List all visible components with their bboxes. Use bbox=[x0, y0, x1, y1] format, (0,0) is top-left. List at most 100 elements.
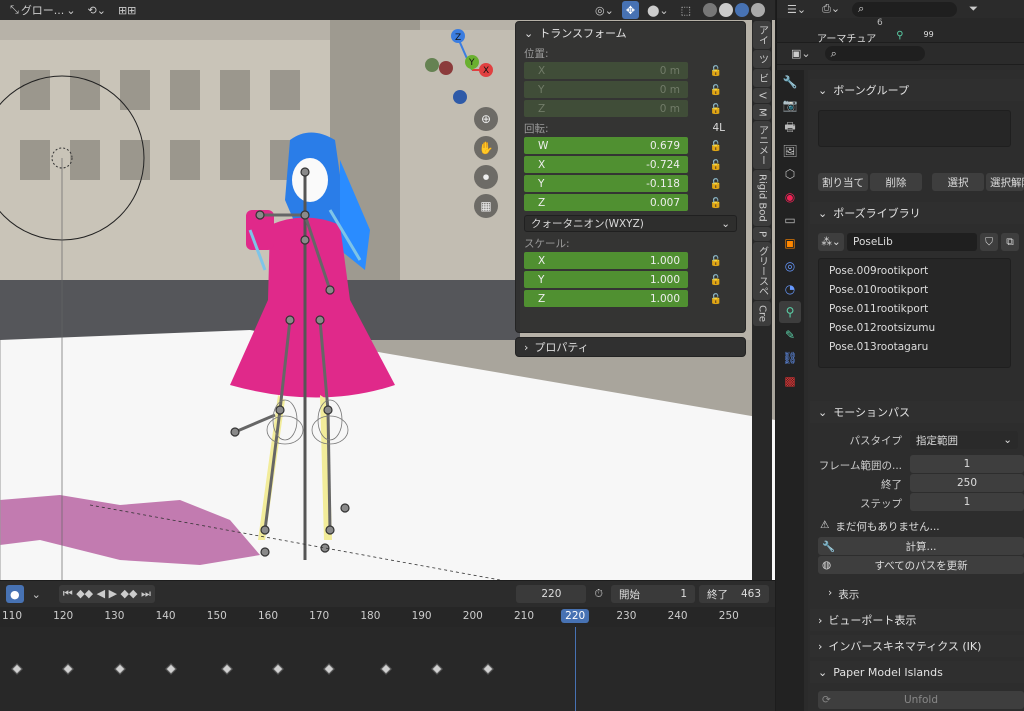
keyframe[interactable] bbox=[431, 663, 443, 675]
funnel-icon[interactable]: ⏷ bbox=[965, 0, 982, 18]
physics-tab-icon[interactable]: ◔ bbox=[779, 278, 801, 300]
assign-button[interactable]: 割り当て bbox=[818, 173, 868, 191]
output-tab-icon[interactable]: 🖶 bbox=[779, 117, 801, 139]
keyframe[interactable] bbox=[11, 663, 23, 675]
start-frame-field[interactable]: 開始 1 bbox=[611, 585, 695, 603]
sidebar-tab[interactable]: ツ bbox=[753, 50, 771, 68]
scale-z-field[interactable]: Z 1.000 bbox=[524, 290, 688, 307]
shield-icon[interactable]: ⛉ bbox=[980, 233, 998, 251]
armature-tab-icon[interactable]: ⚲ bbox=[779, 301, 801, 323]
rotation-mode-select[interactable]: クォータニオン(WXYZ) ⌄ bbox=[524, 215, 737, 232]
paper-model-header[interactable]: ⌄ Paper Model Islands bbox=[810, 661, 1024, 683]
keyframe[interactable] bbox=[380, 663, 392, 675]
orientation-dropdown[interactable]: ⤡ グロー... ⌄ bbox=[6, 1, 80, 19]
bone-constraint-tab-icon[interactable]: ⛓ bbox=[779, 347, 801, 369]
frame-range-start-field[interactable]: 1 bbox=[910, 455, 1024, 473]
bone-tab-icon[interactable]: ✎ bbox=[779, 324, 801, 346]
keyframe[interactable] bbox=[165, 663, 177, 675]
select-button[interactable]: 選択 bbox=[932, 173, 984, 191]
lock-icon[interactable]: 🔓 bbox=[704, 293, 728, 307]
frame-end-field[interactable]: 250 bbox=[910, 474, 1024, 492]
keying-dropdown[interactable]: ⌄ bbox=[28, 585, 45, 603]
path-type-select[interactable]: 指定範囲 ⌄ bbox=[910, 431, 1018, 449]
pose-lib-name-field[interactable]: PoseLib bbox=[847, 233, 977, 251]
location-z-field[interactable]: Z 0 m bbox=[524, 100, 688, 117]
lock-icon[interactable]: 🔓 bbox=[704, 84, 728, 98]
lock-icon[interactable]: 🔓 bbox=[704, 255, 728, 269]
lock-icon[interactable]: 🔓 bbox=[704, 197, 728, 211]
step-field[interactable]: 1 bbox=[910, 493, 1024, 511]
playback-controls[interactable]: ⏮ ◆◆ ◀ ▶ ◆◆ ⏭ bbox=[58, 585, 155, 603]
sidebar-tab[interactable]: グリースペ bbox=[753, 242, 771, 301]
location-x-field[interactable]: X 0 m bbox=[524, 62, 688, 79]
outliner-search-input[interactable]: ⌕ bbox=[852, 1, 958, 17]
collection-tab-icon[interactable]: ▭ bbox=[779, 209, 801, 231]
keyframe[interactable] bbox=[221, 663, 233, 675]
lock-icon[interactable]: 🔓 bbox=[704, 159, 728, 173]
timeline-area[interactable] bbox=[0, 627, 775, 711]
hand-icon[interactable]: ✋ bbox=[474, 136, 498, 160]
rotation-y-field[interactable]: Y -0.118 bbox=[524, 175, 688, 192]
end-frame-field[interactable]: 終了 463 bbox=[699, 585, 769, 603]
pose-list-item[interactable]: Pose.011rootikport bbox=[819, 299, 1010, 318]
pose-lib-browse-icon[interactable]: ⁂⌄ bbox=[818, 233, 844, 251]
bone-groups-header[interactable]: ⌄ ボーングループ bbox=[810, 79, 1024, 101]
copy-icon[interactable]: ⧉ bbox=[1001, 233, 1019, 251]
render-tab-icon[interactable]: 📷 bbox=[779, 94, 801, 116]
properties-subpanel[interactable]: › プロパティ bbox=[515, 337, 746, 357]
stopwatch-icon[interactable]: ⏱ bbox=[590, 585, 607, 603]
outliner-row-armature[interactable]: アーマチュア ⚲ 99 bbox=[777, 30, 1024, 45]
scale-x-field[interactable]: X 1.000 bbox=[524, 252, 688, 269]
scene-tab-icon[interactable]: ⬡ bbox=[779, 163, 801, 185]
lock-icon[interactable]: 🔓 bbox=[704, 140, 728, 154]
display-subpanel[interactable]: › 表示 bbox=[828, 587, 859, 602]
playhead[interactable] bbox=[575, 627, 577, 711]
display-mode-dropdown[interactable]: ☰⌄ bbox=[783, 0, 810, 18]
bone-groups-list[interactable] bbox=[818, 110, 1011, 147]
camera-icon[interactable]: ⏺ bbox=[474, 165, 498, 189]
editor-type-dropdown[interactable]: ▣⌄ bbox=[787, 45, 815, 63]
xray-toggle[interactable]: ⬚ bbox=[677, 1, 695, 19]
grid-icon[interactable]: ▦ bbox=[474, 194, 498, 218]
sidebar-tab[interactable]: V bbox=[753, 88, 771, 103]
viewport-display-header[interactable]: › ビューポート表示 bbox=[810, 609, 1024, 631]
filter-dropdown[interactable]: ⎙⌄ bbox=[818, 0, 844, 18]
gizmo-toggle[interactable]: ✥ bbox=[621, 1, 640, 19]
transform-panel-header[interactable]: ⌄ トランスフォーム bbox=[516, 22, 745, 44]
properties-search-input[interactable]: ⌕ bbox=[824, 46, 925, 61]
keyframe[interactable] bbox=[323, 663, 336, 675]
rotation-x-field[interactable]: X -0.724 bbox=[524, 156, 688, 173]
world-tab-icon[interactable]: ◉ bbox=[779, 186, 801, 208]
view-layer-tab-icon[interactable]: 🖼 bbox=[779, 140, 801, 162]
modifier-tab-icon[interactable]: ◎ bbox=[779, 255, 801, 277]
current-frame-field[interactable]: 220 bbox=[516, 585, 587, 603]
overlay-toggle[interactable]: ⬤⌄ bbox=[643, 1, 673, 19]
lock-icon[interactable]: 🔓 bbox=[704, 103, 728, 117]
pose-list[interactable]: Pose.009rootikport Pose.010rootikport Pose… bbox=[818, 258, 1011, 368]
snap-toggle[interactable]: ⊞⊞ bbox=[114, 1, 140, 19]
location-y-field[interactable]: Y 0 m bbox=[524, 81, 688, 98]
visibility-dropdown[interactable]: ◎⌄ bbox=[591, 1, 618, 19]
keyframe[interactable] bbox=[482, 663, 494, 675]
motion-paths-header[interactable]: ⌄ モーションパス bbox=[810, 401, 1024, 423]
sidebar-tab[interactable]: アイ bbox=[753, 21, 771, 49]
sidebar-tab[interactable]: Rigid Bod bbox=[753, 170, 771, 227]
pose-library-header[interactable]: ⌄ ポーズライブラリ bbox=[810, 202, 1024, 224]
rotation-z-field[interactable]: Z 0.007 bbox=[524, 194, 688, 211]
texture-tab-icon[interactable]: ▩ bbox=[779, 370, 801, 392]
shading-modes[interactable] bbox=[699, 1, 769, 19]
lock-icon[interactable]: 🔓 bbox=[704, 274, 728, 288]
tool-tab-icon[interactable]: 🔧 bbox=[779, 71, 801, 93]
unfold-button[interactable]: ⟳ Unfold bbox=[818, 691, 1024, 709]
pose-list-item[interactable]: Pose.009rootikport bbox=[819, 261, 1010, 280]
ik-header[interactable]: › インバースキネマティクス (IK) bbox=[810, 635, 1024, 657]
lock-icon[interactable]: 🔓 bbox=[704, 178, 728, 192]
sidebar-tab[interactable]: P bbox=[753, 227, 771, 242]
rotation-w-field[interactable]: W 0.679 bbox=[524, 137, 688, 154]
keyframe[interactable] bbox=[113, 663, 126, 675]
keyframe[interactable] bbox=[62, 663, 74, 675]
record-button[interactable]: ● bbox=[6, 585, 24, 603]
zoom-icon[interactable]: ⊕ bbox=[474, 107, 498, 131]
calculate-button[interactable]: 🔧 計算... bbox=[818, 537, 1024, 555]
pivot-dropdown[interactable]: ⟲⌄ bbox=[84, 1, 110, 19]
